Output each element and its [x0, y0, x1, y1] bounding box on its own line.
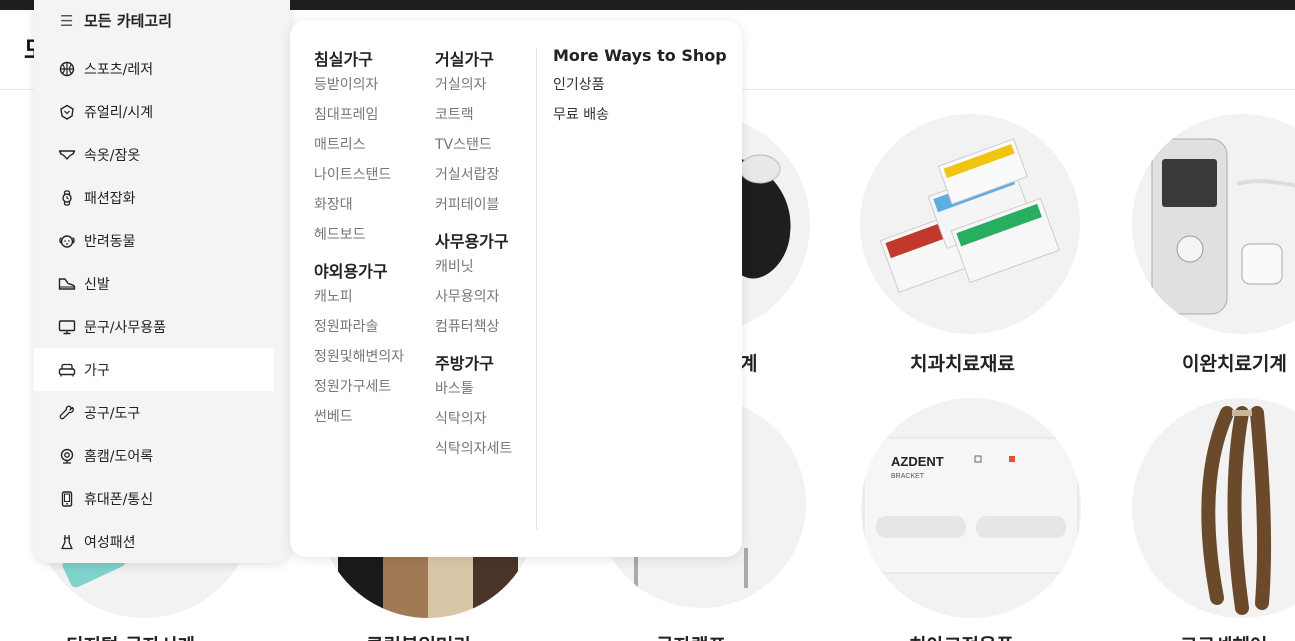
svg-text:BRACKET: BRACKET [891, 473, 925, 480]
submenu-link[interactable]: 정원파라솔 [314, 312, 404, 342]
dog-icon [58, 232, 76, 250]
submenu-link[interactable]: 정원및해변의자 [314, 342, 404, 372]
submenu-link-free-shipping[interactable]: 무료 배송 [553, 100, 727, 130]
submenu-link[interactable]: 화장대 [314, 190, 404, 220]
submenu-heading[interactable]: 거실가구 [435, 46, 512, 70]
submenu-link[interactable]: 캐비닛 [435, 252, 512, 282]
watch-icon [58, 189, 76, 207]
submenu-heading[interactable]: 사무용가구 [435, 228, 512, 252]
category-item-label: 홈캠/도어록 [84, 448, 154, 465]
category-image: AZDENT BRACKET [861, 398, 1081, 618]
category-label: 크로셰헤어 [1180, 631, 1267, 641]
submenu-link-popular[interactable]: 인기상품 [553, 70, 727, 100]
category-label: 계 [740, 353, 758, 375]
category-item-label: 공구/도구 [84, 405, 141, 422]
submenu-column-1: 침실가구 등받이의자 침대프레임 매트리스 나이트스탠드 화장대 헤드보드 야외… [314, 46, 404, 432]
submenu-link[interactable]: 바스툴 [435, 374, 512, 404]
webcam-icon [58, 447, 76, 465]
submenu-heading: More Ways to Shop [553, 46, 727, 65]
submenu-link[interactable]: 코트랙 [435, 100, 512, 130]
category-panel-header[interactable]: ☰ 모든 카테고리 [34, 0, 290, 40]
category-item-pets[interactable]: 반려동물 [34, 219, 274, 262]
submenu-heading[interactable]: 주방가구 [435, 350, 512, 374]
category-label: 글자램프 [656, 631, 726, 641]
category-item-women-fashion[interactable]: 여성패션 [34, 520, 274, 563]
submenu-group-living: 거실가구 거실의자 코트랙 TV스탠드 거실서랍장 커피테이블 [435, 46, 512, 220]
category-item-label: 속옷/잠옷 [84, 147, 141, 164]
submenu-link[interactable]: 썬베드 [314, 402, 404, 432]
submenu-heading[interactable]: 야외용가구 [314, 258, 404, 282]
category-item-sports[interactable]: 스포츠/레저 [34, 47, 274, 90]
category-item-label: 쥬얼리/시계 [84, 104, 154, 121]
category-item-underwear[interactable]: 속옷/잠옷 [34, 133, 274, 176]
wrench-icon [58, 404, 76, 422]
category-item-jewelry[interactable]: 쥬얼리/시계 [34, 90, 274, 133]
category-item-label: 패션잡화 [84, 190, 136, 207]
dress-icon [58, 533, 76, 551]
gem-icon [58, 103, 76, 121]
submenu-link[interactable]: 커피테이블 [435, 190, 512, 220]
basketball-icon [58, 60, 76, 78]
underwear-icon [58, 146, 76, 164]
category-item-label: 가구 [84, 362, 110, 379]
category-item-label: 스포츠/레저 [84, 61, 154, 78]
category-label: 치과치료재료 [910, 353, 1015, 375]
category-image [860, 114, 1080, 334]
category-item-label: 반려동물 [84, 233, 136, 250]
submenu-link[interactable]: 식탁의자 [435, 404, 512, 434]
menu-icon: ☰ [60, 12, 74, 30]
category-label: 클립붙임머리 [366, 631, 471, 641]
submenu-link[interactable]: 등받이의자 [314, 70, 404, 100]
category-label: 디지털 글자시계 [66, 631, 195, 641]
category-item-label: 신발 [84, 276, 110, 293]
category-item-tools[interactable]: 공구/도구 [34, 391, 274, 434]
shoe-icon [58, 275, 76, 293]
submenu-link[interactable]: 헤드보드 [314, 220, 404, 250]
category-list: 스포츠/레저 쥬얼리/시계 속옷/잠옷 패션잡화 반려동물 신발 문구/사무용품 [34, 47, 274, 563]
submenu-link[interactable]: 침대프레임 [314, 100, 404, 130]
category-item-label: 휴대폰/통신 [84, 491, 154, 508]
category-item-shoes[interactable]: 신발 [34, 262, 274, 305]
submenu-link[interactable]: 거실의자 [435, 70, 512, 100]
submenu-group-office: 사무용가구 캐비닛 사무용의자 컴퓨터책상 [435, 228, 512, 342]
submenu-link[interactable]: 거실서랍장 [435, 160, 512, 190]
submenu-divider [536, 48, 537, 530]
submenu-link[interactable]: 캐노피 [314, 282, 404, 312]
svg-text:AZDENT: AZDENT [891, 454, 944, 469]
submenu-group-kitchen: 주방가구 바스툴 식탁의자 식탁의자세트 [435, 350, 512, 464]
category-item-stationery[interactable]: 문구/사무용품 [34, 305, 274, 348]
submenu-column-more-ways: More Ways to Shop 인기상품 무료 배송 [553, 46, 727, 130]
category-panel: ☰ 모든 카테고리 스포츠/레저 쥬얼리/시계 속옷/잠옷 패션잡화 반려동물 … [34, 0, 290, 563]
category-item-homecam[interactable]: 홈캠/도어록 [34, 434, 274, 477]
submenu-group-bedroom: 침실가구 등받이의자 침대프레임 매트리스 나이트스탠드 화장대 헤드보드 [314, 46, 404, 250]
category-image [1132, 398, 1295, 618]
furniture-submenu: 침실가구 등받이의자 침대프레임 매트리스 나이트스탠드 화장대 헤드보드 야외… [290, 20, 742, 557]
submenu-column-2: 거실가구 거실의자 코트랙 TV스탠드 거실서랍장 커피테이블 사무용가구 캐비… [435, 46, 512, 464]
category-label: 이완치료기계 [1182, 353, 1287, 375]
category-item-mobile[interactable]: 휴대폰/통신 [34, 477, 274, 520]
category-item-label: 여성패션 [84, 534, 136, 551]
submenu-link[interactable]: 사무용의자 [435, 282, 512, 312]
category-item-fashion-accessories[interactable]: 패션잡화 [34, 176, 274, 219]
submenu-link[interactable]: 매트리스 [314, 130, 404, 160]
submenu-link[interactable]: TV스탠드 [435, 130, 512, 160]
category-item-label: 문구/사무용품 [84, 319, 166, 336]
submenu-link[interactable]: 나이트스탠드 [314, 160, 404, 190]
category-panel-title: 모든 카테고리 [84, 12, 173, 30]
submenu-group-more-ways: More Ways to Shop 인기상품 무료 배송 [553, 46, 727, 130]
submenu-group-outdoor: 야외용가구 캐노피 정원파라솔 정원및해변의자 정원가구세트 썬베드 [314, 258, 404, 432]
submenu-heading[interactable]: 침실가구 [314, 46, 404, 70]
sofa-icon [58, 361, 76, 379]
monitor-icon [58, 318, 76, 336]
submenu-link[interactable]: 정원가구세트 [314, 372, 404, 402]
category-item-furniture[interactable]: 가구 [34, 348, 274, 391]
category-label: 치아교정용품 [909, 631, 1014, 641]
submenu-link[interactable]: 식탁의자세트 [435, 434, 512, 464]
submenu-link[interactable]: 컴퓨터책상 [435, 312, 512, 342]
phone-icon [58, 490, 76, 508]
category-image [1132, 114, 1295, 334]
